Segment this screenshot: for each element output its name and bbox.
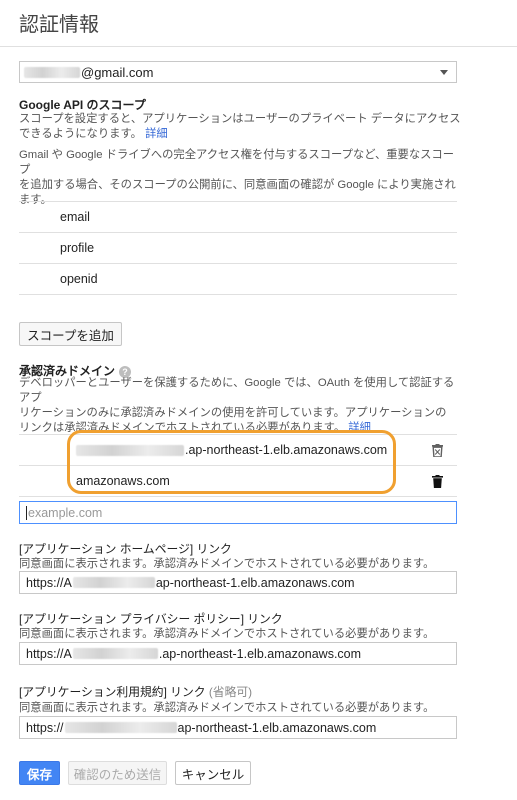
scopes-warn-line2: を追加する場合、そのスコープの公開前に、同意画面の確認が Google により実… (19, 179, 456, 191)
submit-for-review-button[interactable]: 確認のため送信 (68, 761, 167, 785)
terms-label-row: [アプリケーション利用規約] リンク (省略可) (19, 683, 252, 700)
scopes-desc-line1: スコープを設定すると、アプリケーションはユーザーのプライベート データにアクセス (19, 113, 461, 125)
redacted-email-user (24, 66, 80, 78)
chevron-down-icon[interactable] (440, 70, 448, 75)
scopes-description: スコープを設定すると、アプリケーションはユーザーのプライベート データにアクセス… (19, 112, 464, 142)
homepage-url-suffix: ap-northeast-1.elb.amazonaws.com (155, 575, 355, 590)
scopes-warn-line1: Gmail や Google ドライブへの完全アクセス権を付与するスコープなど、… (19, 149, 455, 176)
domain-text: .ap-northeast-1.elb.amazonaws.com (185, 443, 388, 457)
homepage-desc: 同意画面に表示されます。承認済みドメインでホストされている必要があります。 (19, 558, 435, 570)
terms-url-prefix: https:// (26, 720, 64, 735)
add-scope-button[interactable]: スコープを追加 (19, 322, 122, 346)
account-email-suffix: @gmail.com (81, 64, 154, 80)
page-title: 認証情報 (19, 14, 99, 36)
domain-row: amazonaws.com (19, 466, 457, 497)
cancel-button[interactable]: キャンセル (175, 761, 251, 785)
domains-desc-line2: リケーションのみに承認済みドメインの使用を許可しています。アプリケーションの (19, 407, 447, 419)
privacy-url-prefix: https://A (26, 646, 72, 661)
redacted-url (72, 648, 158, 659)
terms-optional: (省略可) (208, 685, 253, 699)
delete-icon[interactable] (432, 475, 443, 488)
scope-item: email (19, 202, 457, 233)
domains-detail-link[interactable]: 詳細 (348, 422, 371, 434)
privacy-url-suffix: .ap-northeast-1.elb.amazonaws.com (158, 646, 362, 661)
scopes-warning: Gmail や Google ドライブへの完全アクセス権を付与するスコープなど、… (19, 148, 464, 208)
redacted-url (64, 722, 177, 733)
domain-list: .ap-northeast-1.elb.amazonaws.com amazon… (19, 434, 457, 497)
terms-url-suffix: ap-northeast-1.elb.amazonaws.com (177, 720, 377, 735)
redacted-url (72, 577, 155, 588)
terms-desc: 同意画面に表示されます。承認済みドメインでホストされている必要があります。 (19, 702, 435, 714)
scopes-desc-line2: できるようになります。 (19, 128, 142, 140)
redacted-domain-prefix (76, 444, 184, 456)
domain-text: amazonaws.com (76, 474, 170, 488)
scope-item: openid (19, 264, 457, 295)
new-domain-placeholder: example.com (28, 505, 103, 520)
domains-description: デベロッパーとユーザーを保護するために、Google では、OAuth を使用し… (19, 376, 464, 436)
domain-row: .ap-northeast-1.elb.amazonaws.com (19, 435, 457, 466)
homepage-url-prefix: https://A (26, 575, 72, 590)
scopes-heading: Google API のスコープ (19, 98, 146, 112)
scopes-detail-link[interactable]: 詳細 (145, 128, 168, 140)
title-divider (0, 46, 517, 47)
delete-outline-icon[interactable] (432, 444, 443, 457)
terms-label: [アプリケーション利用規約] リンク (19, 685, 206, 699)
privacy-url-field[interactable]: https://A .ap-northeast-1.elb.amazonaws.… (19, 642, 457, 665)
scope-list: email profile openid (19, 201, 457, 295)
save-button[interactable]: 保存 (19, 761, 60, 785)
domains-desc-line1: デベロッパーとユーザーを保護するために、Google では、OAuth を使用し… (19, 377, 455, 404)
text-caret (26, 505, 27, 520)
new-domain-input[interactable]: example.com (19, 501, 457, 524)
account-select[interactable]: @gmail.com (19, 61, 457, 83)
scope-item: profile (19, 233, 457, 264)
privacy-desc: 同意画面に表示されます。承認済みドメインでホストされている必要があります。 (19, 628, 435, 640)
domains-desc-line3: リンクは承認済みドメインでホストされている必要があります。 (19, 422, 346, 434)
homepage-url-field[interactable]: https://A ap-northeast-1.elb.amazonaws.c… (19, 571, 457, 594)
terms-url-field[interactable]: https:// ap-northeast-1.elb.amazonaws.co… (19, 716, 457, 739)
